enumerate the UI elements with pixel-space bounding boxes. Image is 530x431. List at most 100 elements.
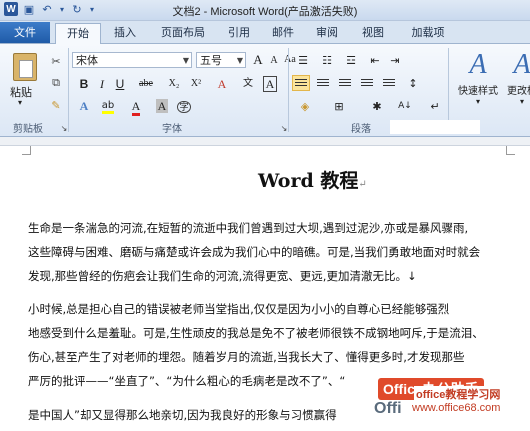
text-effects-button[interactable]: A	[76, 98, 92, 114]
font-color-button[interactable]: A	[128, 98, 144, 116]
enclose-char-icon: 字	[177, 101, 191, 113]
chevron-down-icon: ▼	[182, 56, 189, 65]
superscript-button[interactable]: X²	[188, 76, 204, 92]
quick-styles-icon: A	[469, 49, 487, 80]
paragraph-mark-icon: ↵	[358, 179, 367, 190]
sort-icon: A↓	[398, 101, 412, 111]
paragraph-mark-icon: ↵	[430, 99, 440, 113]
document-line[interactable]: 伤心,甚至产生了对老师的埋怨。随着岁月的流逝,当我长大了、懂得更多时,才发现那些	[28, 346, 528, 369]
highlight-button[interactable]: ab	[100, 98, 116, 114]
ribbon-home: 粘贴 ▾ ✂ ⧉ ✎ 剪贴板 ↘ 宋体 ▼ 五号 ▼ A A Aa B I U …	[0, 44, 530, 137]
align-right-button[interactable]	[336, 75, 354, 91]
numbering-icon: ☷	[322, 53, 332, 67]
margin-marker-left	[22, 146, 31, 155]
chinese-layout-icon: ✱	[372, 99, 382, 113]
align-center-icon	[317, 78, 329, 88]
document-title[interactable]: Word 教程↵	[258, 166, 367, 193]
change-styles-icon: A	[513, 49, 530, 80]
document-line[interactable]: 发现,那些曾经的伤疤会让我们生命的河流,流得更宽、更远,更加清澈无比。↓	[28, 265, 528, 288]
clipboard-group-label: 剪贴板	[13, 124, 43, 135]
bold-button[interactable]: B	[76, 76, 92, 92]
document-line[interactable]: 小时候,总是担心自己的错误被老师当堂指出,仅仅是因为小小的自尊心已经能够强烈	[28, 298, 528, 321]
align-right-icon	[339, 78, 351, 88]
font-name-combo[interactable]: 宋体 ▼	[72, 52, 192, 68]
document-title-text: Word 教程	[258, 170, 359, 192]
tab-mailings[interactable]: 邮件	[264, 23, 302, 43]
font-size-combo[interactable]: 五号 ▼	[196, 52, 246, 68]
chevron-down-icon: ▼	[236, 56, 243, 65]
watermark-site: office教程学习网	[414, 386, 503, 402]
quick-styles-label: 快速样式	[458, 86, 498, 97]
document-line[interactable]: 生命是一条湍急的河流,在短暂的流逝中我们曾遇到过大坝,遇到过泥沙,亦或是暴风骤雨…	[28, 217, 528, 240]
tab-addins[interactable]: 加载项	[402, 23, 454, 43]
char-shading-icon: A	[155, 99, 169, 113]
italic-button[interactable]: I	[94, 76, 110, 92]
clipboard-launcher-icon[interactable]: ↘	[56, 121, 72, 135]
font-launcher-icon[interactable]: ↘	[276, 121, 292, 135]
char-border-button[interactable]: A	[262, 76, 278, 92]
justify-button[interactable]	[358, 75, 376, 91]
line-spacing-icon: ↕	[408, 76, 418, 90]
line-spacing-button[interactable]: ↕	[404, 75, 422, 91]
group-divider	[68, 48, 69, 132]
subscript-button[interactable]: X₂	[166, 76, 182, 92]
quick-styles-button[interactable]: A 快速样式 ▾	[456, 48, 500, 118]
paste-button[interactable]: 粘贴 ▾	[4, 46, 38, 107]
copy-icon[interactable]: ⧉	[48, 76, 64, 90]
cut-icon[interactable]: ✂	[48, 54, 64, 68]
numbering-button[interactable]: ☷	[318, 52, 336, 68]
sort-button[interactable]: A↓	[396, 98, 414, 114]
phonetic-guide-button[interactable]: 文	[240, 76, 256, 92]
shrink-font-button[interactable]: A	[266, 53, 282, 69]
paragraph-group-label: 段落	[351, 124, 371, 135]
decrease-indent-button[interactable]: ⇤	[366, 52, 384, 68]
distributed-icon	[383, 78, 395, 88]
format-painter-icon[interactable]: ✎	[48, 98, 64, 112]
highlighter-icon: ab	[101, 100, 115, 114]
font-size-value: 五号	[200, 54, 222, 67]
align-left-button[interactable]	[292, 75, 310, 91]
tab-home[interactable]: 开始	[55, 23, 101, 45]
bullets-icon: ☰	[298, 53, 308, 67]
underline-button[interactable]: U	[112, 76, 128, 92]
change-styles-button[interactable]: A 更改样 ▾	[502, 48, 530, 118]
watermark-url: www.office68.com	[410, 402, 503, 414]
page-top-edge	[0, 137, 530, 146]
change-styles-label: 更改样	[507, 86, 530, 97]
tab-references[interactable]: 引用	[220, 23, 258, 43]
enclose-char-button[interactable]: 字	[176, 98, 192, 114]
ribbon-tab-row: 文件 开始 插入 页面布局 引用 邮件 审阅 视图 加载项	[0, 21, 530, 45]
document-line[interactable]: 这些障碍与困难、磨砺与痛楚或许会成为我们心中的暗礁。可是,当我们勇敢地面对时就会	[28, 241, 528, 264]
chinese-layout-button[interactable]: ✱	[368, 98, 386, 114]
tab-file[interactable]: 文件	[0, 22, 50, 43]
increase-indent-button[interactable]: ⇥	[386, 52, 404, 68]
grow-font-button[interactable]: A	[250, 52, 266, 68]
shading-button[interactable]: ◈	[296, 98, 314, 114]
borders-button[interactable]: ⊞	[330, 98, 348, 114]
decrease-indent-icon: ⇤	[370, 53, 380, 67]
char-shading-button[interactable]: A	[154, 98, 170, 114]
watermark-brand: Offi	[374, 400, 402, 417]
paste-icon	[13, 53, 37, 81]
document-line[interactable]: 地感受到什么是羞耻。可是,生性顽皮的我总是免不了被老师很铁不成钢地呵斥,于是流泪…	[28, 322, 528, 345]
font-color-icon: A	[131, 99, 141, 116]
tab-review[interactable]: 审阅	[308, 23, 346, 43]
tab-view[interactable]: 视图	[354, 23, 392, 43]
tab-page-layout[interactable]: 页面布局	[152, 23, 214, 43]
align-center-button[interactable]	[314, 75, 332, 91]
multilevel-list-button[interactable]: ☲	[342, 52, 360, 68]
show-marks-button[interactable]: ↵	[426, 98, 444, 114]
clear-format-button[interactable]: A	[214, 76, 230, 92]
chevron-down-icon: ▾	[519, 97, 524, 106]
distributed-button[interactable]	[380, 75, 398, 91]
font-name-value: 宋体	[76, 54, 98, 67]
paste-dropdown-icon: ▾	[18, 98, 23, 107]
strikethrough-button[interactable]: abe	[138, 76, 154, 92]
font-group-label: 字体	[162, 124, 182, 135]
margin-marker-right	[506, 146, 515, 155]
group-divider	[288, 48, 289, 132]
multilevel-list-icon: ☲	[346, 53, 356, 67]
tab-insert[interactable]: 插入	[104, 23, 146, 43]
bullets-button[interactable]: ☰	[294, 52, 312, 68]
title-bar: W ▣ ↶ ▾ ↻ ▾ 文档2 - Microsoft Word(产品激活失败)	[0, 0, 530, 21]
